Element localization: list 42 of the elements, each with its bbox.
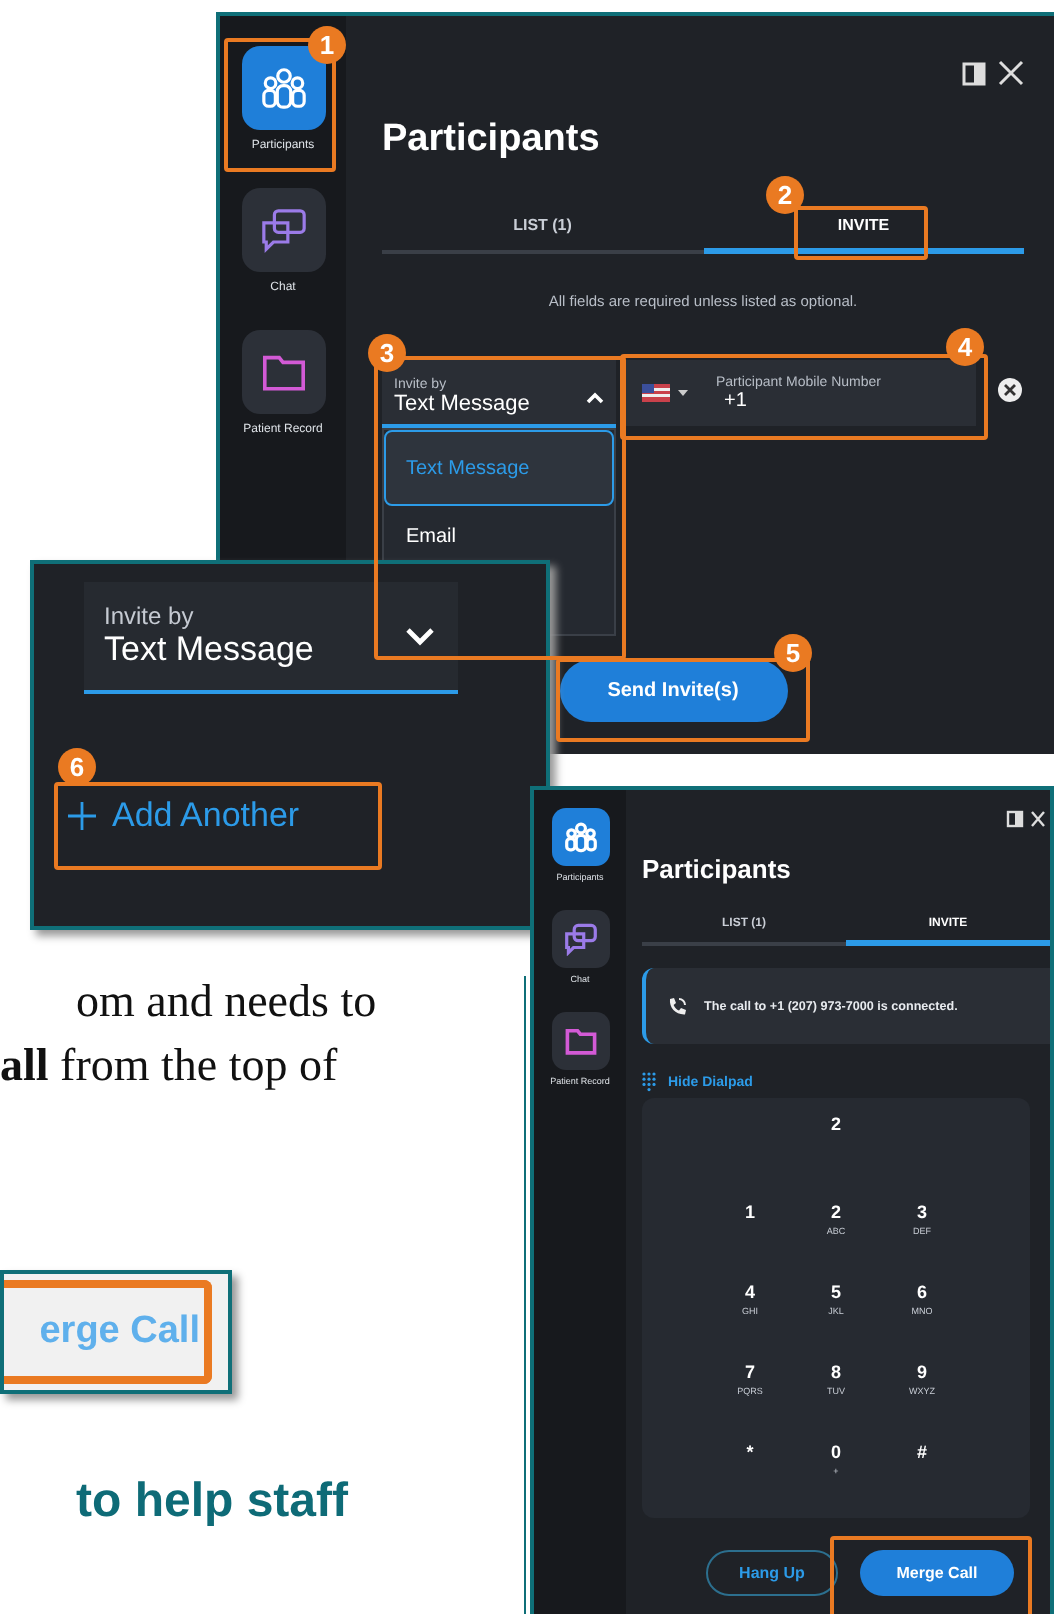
chevron-icon (586, 392, 604, 404)
people-icon (259, 64, 307, 112)
chat-icon (259, 206, 307, 254)
highlight-frame (794, 206, 928, 260)
sidebar-tab[interactable] (551, 1012, 609, 1070)
sidebar-tab[interactable] (241, 188, 325, 272)
dialpad-icon (642, 1072, 656, 1092)
body-text: all from the top of (0, 1040, 340, 1092)
body-text: om and needs to (74, 976, 379, 1028)
phone-icon (666, 995, 688, 1017)
tab[interactable]: LIST (1) (382, 198, 703, 254)
panel-title: Participants (642, 854, 793, 884)
close-icon (1030, 810, 1046, 828)
add-another-button[interactable]: Add Another (60, 788, 308, 844)
flag-icon (642, 384, 670, 402)
panel-title: Participants (382, 118, 602, 162)
chat-icon (563, 922, 597, 956)
caret-icon (678, 390, 688, 396)
dialpad-key[interactable]: * (707, 1442, 793, 1498)
merge-call-button[interactable]: Merge Call (860, 1550, 1014, 1596)
folder-icon (563, 1024, 597, 1058)
plus-icon (68, 802, 96, 830)
close-icon (998, 60, 1024, 86)
dialpad-key[interactable]: 1 (707, 1202, 793, 1258)
clear-icon (998, 378, 1022, 402)
dialpad-key[interactable]: # (879, 1442, 965, 1498)
panel-icon (1006, 810, 1024, 828)
sidebar-tab[interactable] (551, 910, 609, 968)
section-heading: to help staff (76, 1474, 350, 1530)
field-value: +1 (724, 389, 749, 411)
chevron-icon (406, 627, 434, 645)
send-invite-button[interactable]: Send Invite(s) (559, 660, 787, 722)
participants-tab[interactable] (551, 808, 609, 866)
participants-tab[interactable] (241, 46, 325, 130)
dropdown-option[interactable]: Email (384, 512, 614, 562)
invite-by-dropdown[interactable]: Invite by Text Message (84, 582, 458, 694)
dropdown-option[interactable]: Text Message (384, 430, 614, 506)
dialed-number: 2 (830, 1114, 841, 1134)
hang-up-button[interactable]: Hang Up (706, 1550, 838, 1596)
panel-icon (962, 61, 986, 85)
people-icon (563, 820, 597, 854)
sidebar-tab[interactable] (241, 330, 325, 414)
